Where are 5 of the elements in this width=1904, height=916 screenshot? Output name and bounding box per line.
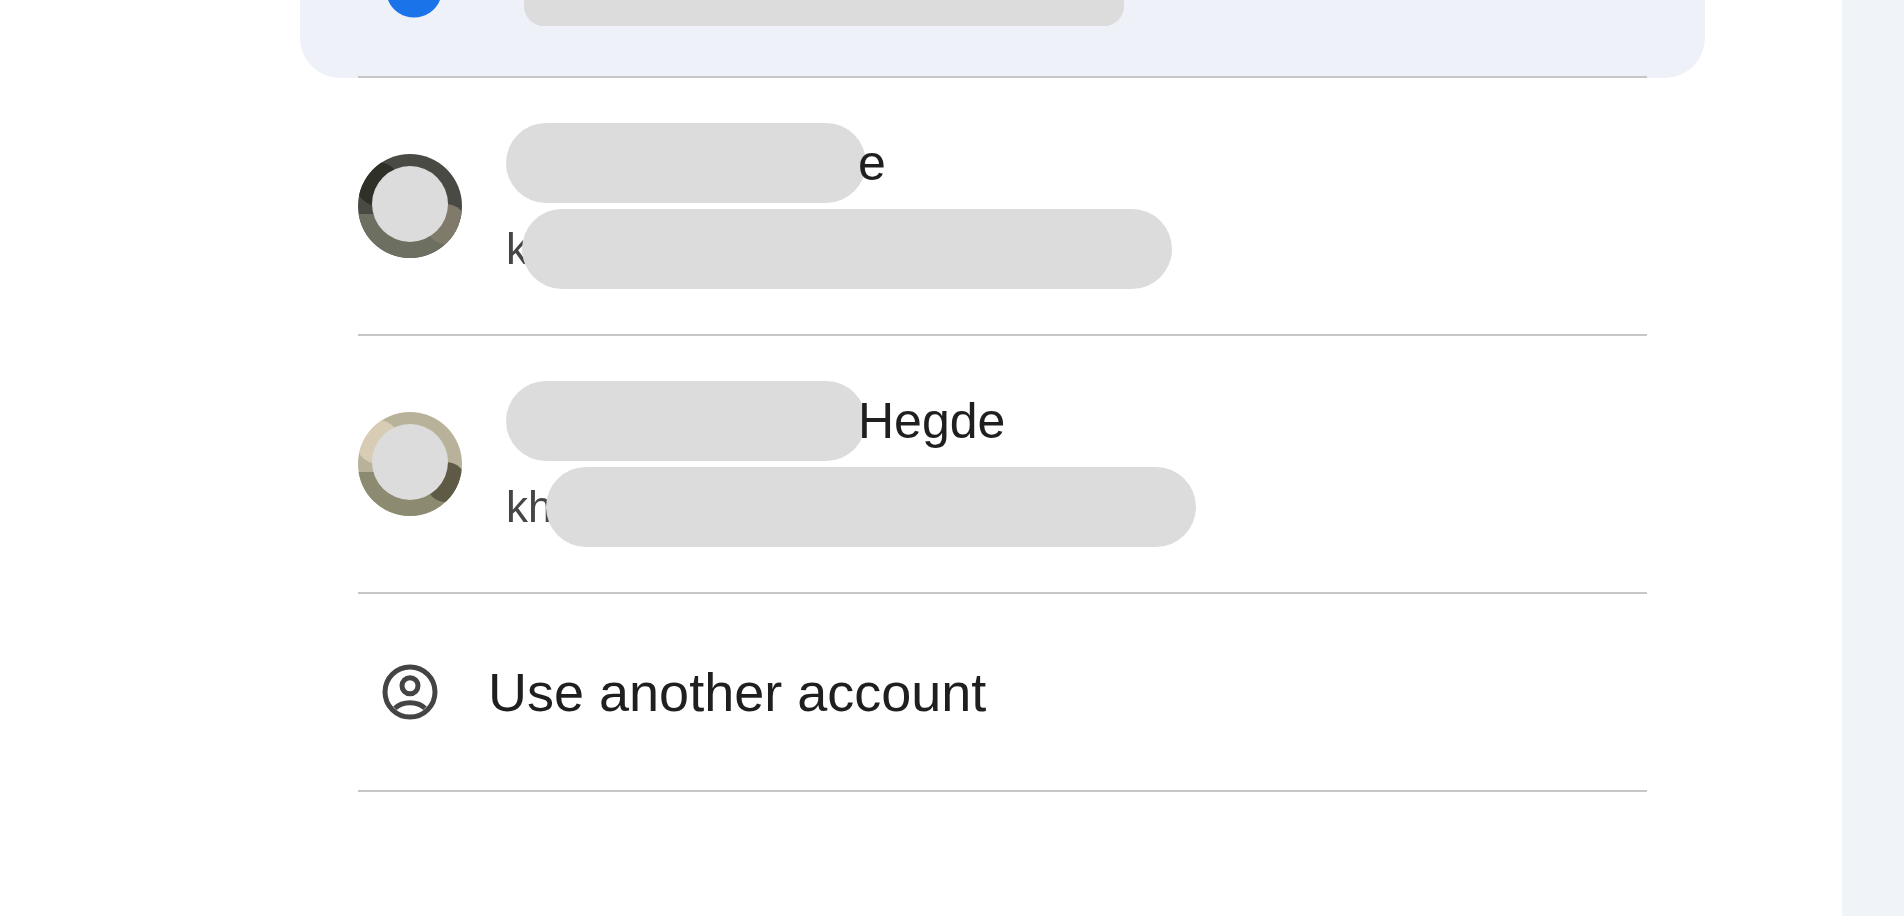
account-circle-icon	[380, 662, 440, 722]
account-name: e	[858, 134, 886, 192]
use-another-account-item[interactable]: Use another account	[358, 594, 1647, 792]
selected-account-card[interactable]	[300, 0, 1705, 78]
account-name: Hegde	[858, 392, 1006, 450]
